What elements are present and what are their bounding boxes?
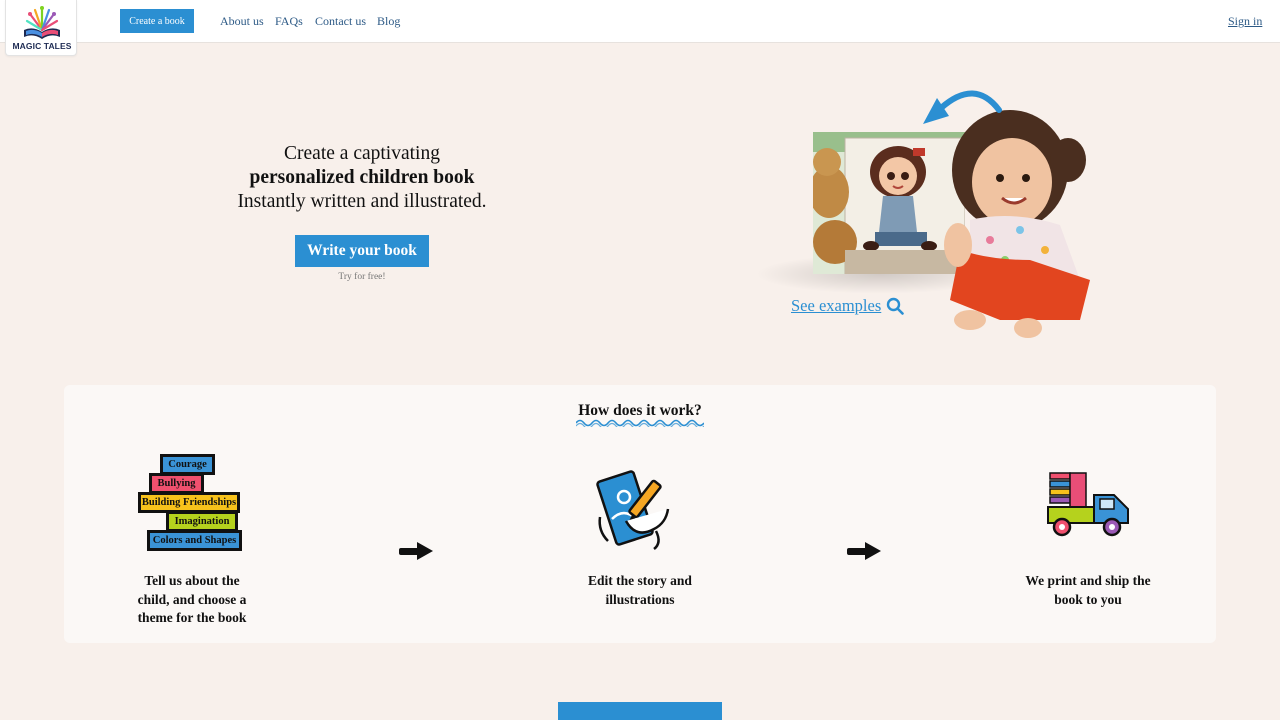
- brand-name: MAGIC TALES: [12, 41, 72, 51]
- step-3-text: We print and ship the book to you: [1025, 573, 1151, 607]
- open-book-logo-icon: [24, 6, 60, 39]
- squiggle-underline: [576, 419, 704, 427]
- arrow-right-icon: [399, 542, 433, 560]
- see-examples-link[interactable]: See examples: [791, 296, 905, 316]
- top-nav: Create a book About us FAQs Contact us B…: [0, 0, 1280, 43]
- brand-logo[interactable]: MAGIC TALES: [5, 0, 77, 56]
- try-for-free-text: Try for free!: [338, 272, 386, 282]
- arrow-right-icon: [847, 542, 881, 560]
- theme-tag-building-friendships: Building Friendships: [138, 492, 240, 513]
- sign-in-link[interactable]: Sign in: [1228, 14, 1262, 29]
- nav-link-about-us[interactable]: About us: [220, 14, 264, 29]
- hero-headline: Create a captivating personalized childr…: [212, 142, 512, 214]
- search-icon: [887, 297, 905, 315]
- create-your-book-button[interactable]: Create your book: [558, 702, 722, 720]
- nav-link-faqs[interactable]: FAQs: [275, 14, 303, 29]
- delivery-truck-icon: [1047, 472, 1129, 537]
- nav-link-contact-us[interactable]: Contact us: [315, 14, 366, 29]
- theme-tag-imagination: Imagination: [166, 511, 238, 532]
- hero-line-2: personalized children book: [249, 167, 475, 188]
- theme-tag-courage: Courage: [160, 454, 215, 475]
- theme-tag-bullying: Bullying: [149, 473, 204, 494]
- nav-link-blog[interactable]: Blog: [377, 14, 400, 29]
- edit-illustration-icon: [596, 470, 670, 550]
- hero-line-1: Create a captivating: [284, 143, 440, 164]
- child-photo: [944, 110, 1090, 338]
- see-examples-label: See examples: [791, 296, 882, 315]
- write-your-book-button[interactable]: Write your book: [295, 235, 429, 267]
- hero-line-3: Instantly written and illustrated.: [237, 191, 487, 212]
- curved-arrow-icon: [923, 90, 1002, 124]
- step-2-text: Edit the story and illustrations: [588, 573, 692, 607]
- create-book-button[interactable]: Create a book: [120, 9, 194, 33]
- step-1-text: Tell us about the child, and choose a th…: [137, 573, 247, 625]
- theme-tag-colors-and-shapes: Colors and Shapes: [147, 530, 242, 551]
- how-it-works-section: How does it work? Courage Bullying Build…: [64, 385, 1216, 643]
